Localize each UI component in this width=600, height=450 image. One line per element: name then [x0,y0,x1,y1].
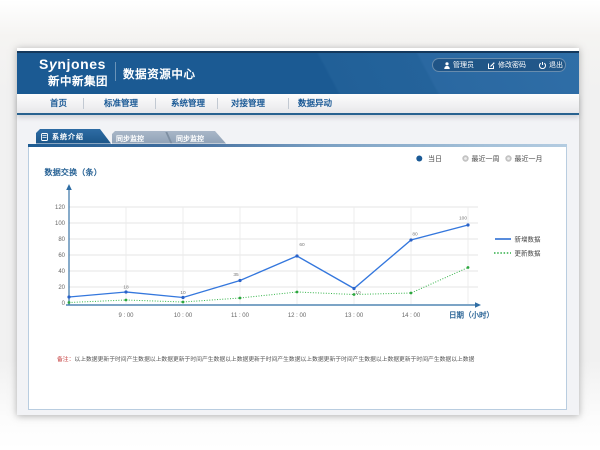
svg-text:14 : 00: 14 : 00 [402,313,421,319]
svg-text:120: 120 [55,205,66,211]
svg-text:10: 10 [355,290,361,296]
svg-text:60: 60 [58,253,65,259]
svg-text:60: 60 [299,242,305,248]
svg-text:100: 100 [459,216,467,222]
svg-text:13 : 00: 13 : 00 [345,313,364,319]
svg-text:新增数据: 新增数据 [515,235,542,244]
svg-text:日期（小时）: 日期（小时） [449,310,494,320]
svg-text:备注：以上数据更新于时间产生数据以上数据更新于时间产生数据以: 备注：以上数据更新于时间产生数据以上数据更新于时间产生数据以上数据更新于时间产生… [57,355,475,363]
svg-text:数据交换（条）: 数据交换（条） [45,167,102,177]
svg-text:最近一周: 最近一周 [472,154,500,163]
svg-text:更新数据: 更新数据 [515,249,542,258]
svg-text:80: 80 [58,237,65,243]
svg-text:35: 35 [233,272,239,278]
svg-text:20: 20 [58,285,65,291]
svg-text:100: 100 [55,221,66,227]
svg-text:40: 40 [58,269,65,275]
svg-text:9 : 00: 9 : 00 [118,313,134,319]
svg-text:11 : 00: 11 : 00 [231,313,250,319]
svg-text:12 : 00: 12 : 00 [288,313,307,319]
svg-text:0: 0 [62,301,66,307]
svg-text:10 : 00: 10 : 00 [174,313,193,319]
svg-text:80: 80 [412,232,418,238]
svg-text:最近一月: 最近一月 [515,154,543,163]
svg-text:18: 18 [123,285,129,291]
svg-text:10: 10 [180,290,186,296]
svg-text:当日: 当日 [428,154,442,163]
